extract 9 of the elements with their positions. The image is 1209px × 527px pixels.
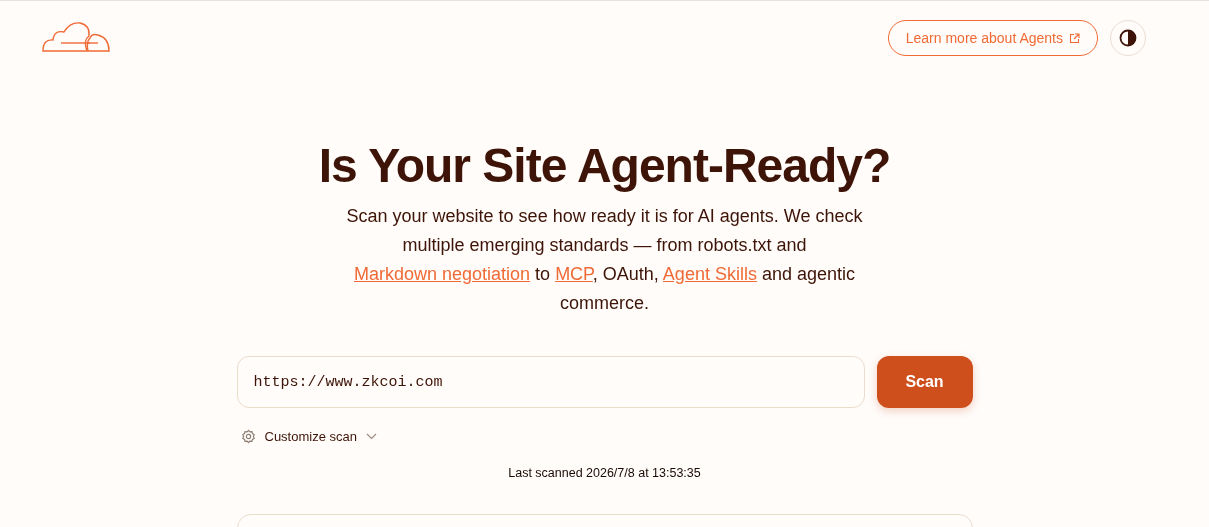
description-text: Scan your website to see how ready it is for AI agents. We check multiple emerging standards — from robots.txt and Markdown negotiation to MCP, OAuth, Agent Skills and agentic commerce. [345,205,864,315]
scan-button[interactable]: Scan [876,356,973,408]
page-title: Is Your Site Agent-Ready? [318,138,891,194]
text-link[interactable]: MCP [555,264,593,284]
text-link[interactable]: Agent Skills [662,264,757,284]
customize-scan-toggle[interactable]: Customize scan [236,429,381,444]
url-input-field[interactable]: https://www.zkcoi.com [236,356,865,408]
last-scanned-text: Last scanned 2026/7/8 at 13:53:35 [507,466,702,480]
text-link[interactable]: Markdown negotiation [354,264,531,284]
